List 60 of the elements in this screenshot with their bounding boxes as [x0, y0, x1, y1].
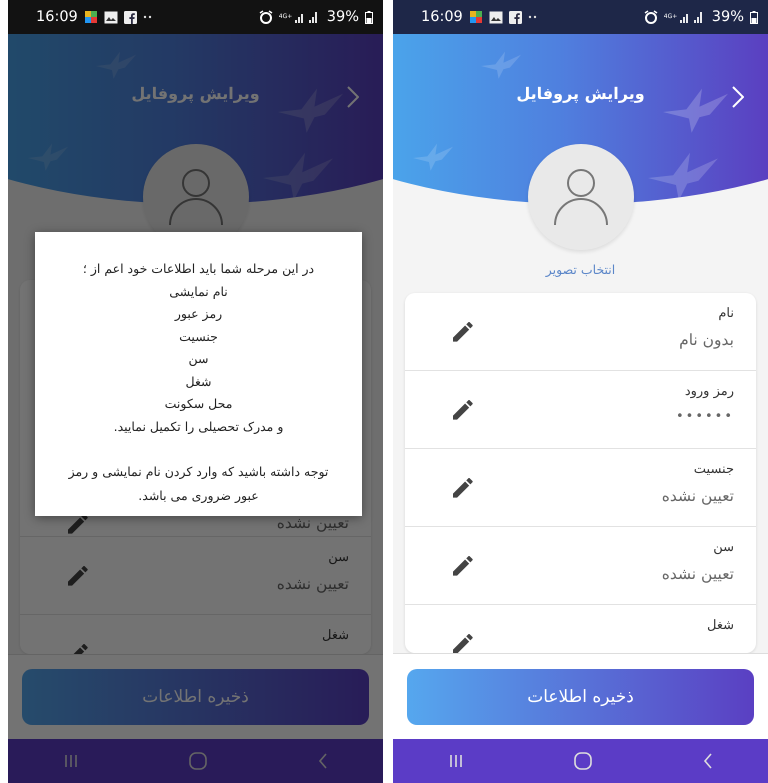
alarm-clock-icon: [258, 10, 273, 24]
person-icon: [168, 168, 224, 226]
dialog-note: توجه داشته باشید که وارد کردن نام نمایشی و رمز عبور ضروری می باشد.: [67, 463, 330, 505]
more-dots-icon: [528, 15, 538, 19]
facebook-icon: [508, 10, 522, 24]
app-icon: [84, 10, 98, 24]
alarm-clock-icon: [644, 10, 658, 24]
recent-apps-icon[interactable]: [64, 754, 78, 768]
pencil-icon[interactable]: [453, 556, 473, 576]
dialog-line: و مدرک تحصیلی را تکمیل نمایید.: [114, 418, 284, 436]
field-value: ••••••: [676, 409, 734, 424]
field-value: تعیین نشده: [662, 487, 734, 505]
save-button[interactable]: ذخیره اطلاعات: [22, 669, 369, 725]
battery-percent: 39%: [326, 9, 359, 25]
page-title: ویرایش پروفایل: [131, 84, 260, 103]
page-title: ویرایش پروفایل: [516, 84, 645, 103]
pencil-icon[interactable]: [453, 322, 473, 342]
dialog-line: رمز عبور: [174, 305, 222, 323]
field-label: شغل: [322, 628, 349, 643]
battery-icon: [365, 10, 373, 24]
choose-photo-link[interactable]: انتخاب تصویر: [546, 262, 616, 277]
recent-apps-icon[interactable]: [448, 754, 462, 768]
status-time: 16:09: [421, 9, 463, 25]
bird-drawing: [413, 142, 453, 171]
pencil-icon[interactable]: [453, 478, 473, 498]
dialog-line: در این مرحله شما باید اطلاعات خود اعم از ؛: [82, 260, 314, 278]
field-label: رمز ورود: [684, 384, 734, 399]
dialog-line: شغل: [186, 372, 212, 390]
person-icon: [552, 168, 608, 226]
field-label: نام: [718, 306, 734, 321]
dialog-line: نام نمایشی: [169, 282, 228, 301]
image-icon: [104, 10, 118, 24]
pencil-icon[interactable]: [68, 514, 88, 534]
field-value: تعیین نشده: [276, 575, 349, 593]
field-label: شغل: [706, 618, 734, 633]
field-label: سن: [713, 540, 734, 555]
pencil-icon[interactable]: [453, 400, 473, 420]
app-icon: [468, 10, 483, 24]
image-icon: [488, 10, 503, 24]
field-value: تعیین نشده: [276, 514, 349, 532]
dialog-line: سن: [188, 350, 208, 368]
dialog-line: جنسیت: [179, 328, 218, 346]
field-label: جنسیت: [694, 462, 734, 477]
save-button[interactable]: ذخیره اطلاعات: [407, 668, 754, 724]
back-icon[interactable]: [318, 753, 328, 769]
home-icon[interactable]: [188, 752, 206, 770]
home-icon[interactable]: [574, 752, 592, 770]
field-value: بدون نام: [679, 331, 734, 349]
bird-drawing: [481, 50, 521, 79]
status-time: 16:09: [36, 9, 78, 25]
battery-percent: 39%: [712, 9, 744, 25]
field-label: سن: [328, 550, 349, 565]
back-icon[interactable]: [702, 753, 712, 769]
facebook-icon: [124, 10, 137, 24]
battery-icon: [750, 10, 758, 24]
more-dots-icon: [142, 15, 153, 19]
field-value: تعیین نشده: [662, 565, 734, 583]
dialog-line: محل سکونت: [164, 395, 232, 413]
bird-drawing: [663, 86, 728, 133]
pencil-icon[interactable]: [453, 634, 473, 653]
